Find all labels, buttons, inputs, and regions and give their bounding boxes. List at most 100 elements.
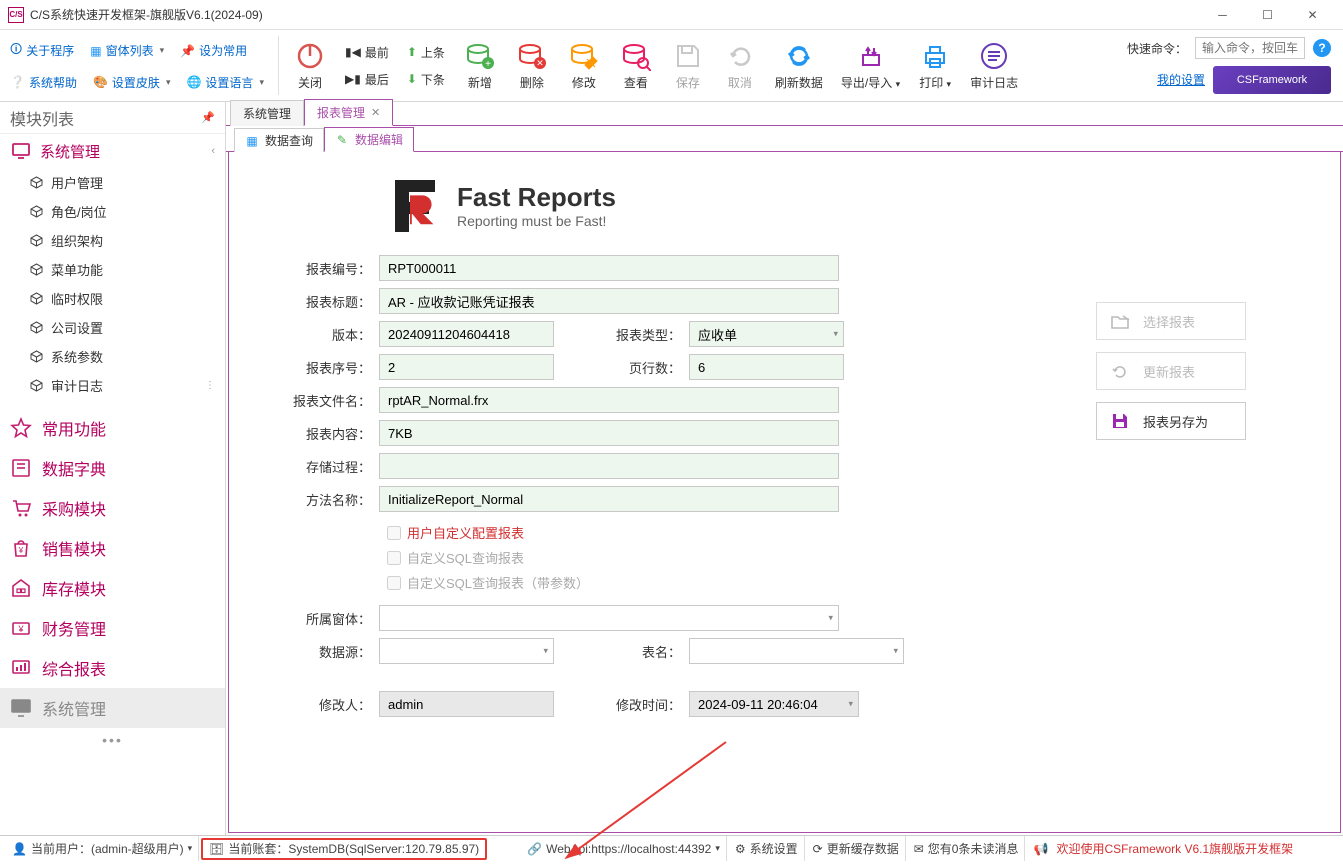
- money-icon: ¥: [10, 617, 32, 639]
- refresh-icon: [783, 40, 815, 72]
- status-syssetting[interactable]: ⚙系统设置: [729, 836, 805, 861]
- nav-prev[interactable]: ⬆上条: [403, 42, 449, 63]
- version-label: 版本：: [289, 325, 379, 344]
- modifier-label: 修改人：: [289, 695, 379, 714]
- report-no-field[interactable]: [379, 255, 839, 281]
- method-field[interactable]: [379, 486, 839, 512]
- status-welcome: 📢欢迎使用CSFramework V6.1旗舰版开发框架: [1027, 836, 1299, 861]
- save-button[interactable]: 保存: [663, 36, 713, 95]
- database-icon: 🗄: [209, 842, 224, 856]
- system-help-button[interactable]: ❔系统帮助: [6, 72, 81, 93]
- audit-log-button[interactable]: 审计日志: [962, 36, 1026, 95]
- monitor-icon: [10, 697, 32, 719]
- sidebar-group-system[interactable]: 系统管理 ‹: [0, 134, 225, 168]
- chk-userconfig[interactable]: [387, 526, 401, 540]
- seq-field[interactable]: [379, 354, 554, 380]
- status-updatecache[interactable]: ⟳更新缓存数据: [807, 836, 906, 861]
- refresh-button[interactable]: 刷新数据: [767, 36, 831, 95]
- skin-button[interactable]: 🎨设置皮肤▾: [89, 72, 175, 93]
- close-icon[interactable]: ✕: [371, 106, 380, 119]
- file-field[interactable]: [379, 387, 839, 413]
- tablename-label: 表名：: [604, 642, 689, 661]
- saveas-report-button[interactable]: 报表另存为: [1096, 402, 1246, 440]
- tab-data-query[interactable]: ▦数据查询: [234, 128, 324, 152]
- sidebar-item-company[interactable]: 公司设置: [0, 313, 225, 342]
- banner: CSFramework: [1213, 66, 1331, 94]
- last-icon: ▶▮: [345, 72, 361, 86]
- delete-button[interactable]: ✕ 删除: [507, 36, 557, 95]
- import-export-icon: [855, 40, 887, 72]
- up-icon: ⬆: [407, 45, 417, 59]
- nav-dictionary[interactable]: 数据字典: [0, 448, 225, 488]
- sidebar-item-roles[interactable]: 角色/岗位: [0, 197, 225, 226]
- grid-icon: ▦: [245, 134, 259, 148]
- sidebar-item-users[interactable]: 用户管理: [0, 168, 225, 197]
- nav-purchase[interactable]: 采购模块: [0, 488, 225, 528]
- edit-button[interactable]: 修改: [559, 36, 609, 95]
- tab-data-edit[interactable]: ✎数据编辑: [324, 127, 414, 152]
- add-button[interactable]: + 新增: [455, 36, 505, 95]
- sidebar-item-temp-auth[interactable]: 临时权限: [0, 284, 225, 313]
- pin-icon[interactable]: 📌: [201, 111, 215, 124]
- report-title-field[interactable]: [379, 288, 839, 314]
- chevron-left-icon: ‹: [211, 145, 215, 157]
- nav-sales[interactable]: ¥销售模块: [0, 528, 225, 568]
- cancel-button[interactable]: 取消: [715, 36, 765, 95]
- save-icon: [1109, 410, 1131, 432]
- close-window-button[interactable]: ✕: [1290, 1, 1335, 29]
- sidebar-item-audit[interactable]: 审计日志⋮: [0, 371, 225, 400]
- help-icon[interactable]: ?: [1313, 39, 1331, 57]
- datasource-label: 数据源：: [289, 642, 379, 661]
- nav-inventory[interactable]: 库存模块: [0, 568, 225, 608]
- quick-cmd-input[interactable]: [1195, 37, 1305, 59]
- save-icon: [672, 40, 704, 72]
- nav-first[interactable]: ▮◀最前: [341, 42, 393, 63]
- form-list-button[interactable]: ▦窗体列表▾: [86, 40, 168, 61]
- minimize-button[interactable]: ─: [1200, 1, 1245, 29]
- close-button[interactable]: 关闭: [285, 36, 335, 95]
- nav-favorites[interactable]: 常用功能: [0, 408, 225, 448]
- chart-icon: [10, 657, 32, 679]
- select-report-button[interactable]: 选择报表: [1096, 302, 1246, 340]
- status-unread[interactable]: ✉您有0条未读消息: [908, 836, 1026, 861]
- sidebar-item-org[interactable]: 组织架构: [0, 226, 225, 255]
- nav-reports[interactable]: 综合报表: [0, 648, 225, 688]
- my-settings-link[interactable]: 我的设置: [1157, 71, 1205, 88]
- about-button[interactable]: 🛈关于程序: [6, 38, 78, 63]
- chk-sql-param[interactable]: [387, 576, 401, 590]
- sidebar-item-sysparam[interactable]: 系统参数: [0, 342, 225, 371]
- status-user: 👤当前用户：(admin-超级用户)▾: [6, 836, 199, 861]
- type-field[interactable]: [689, 321, 844, 347]
- update-report-button[interactable]: 更新报表: [1096, 352, 1246, 390]
- sidebar-item-menu[interactable]: 菜单功能: [0, 255, 225, 284]
- maximize-button[interactable]: ☐: [1245, 1, 1290, 29]
- set-default-button[interactable]: 📌设为常用: [176, 40, 251, 61]
- tablename-field[interactable]: [689, 638, 904, 664]
- tab-report-manage[interactable]: 报表管理✕: [304, 99, 393, 126]
- sidebar-more[interactable]: •••: [0, 728, 225, 752]
- top-toolbar: 🛈关于程序 ▦窗体列表▾ 📌设为常用 ❔系统帮助 🎨设置皮肤▾ 🌐设置语言▾ 关…: [0, 30, 1343, 102]
- pin-icon: 📌: [180, 44, 195, 58]
- datasource-field[interactable]: [379, 638, 554, 664]
- sub-tabs: ▦数据查询 ✎数据编辑: [226, 126, 1343, 152]
- chk-sql[interactable]: [387, 551, 401, 565]
- link-icon: 🔗: [527, 842, 542, 856]
- nav-system[interactable]: 系统管理: [0, 688, 225, 728]
- pagerows-field[interactable]: [689, 354, 844, 380]
- formowner-field[interactable]: [379, 605, 839, 631]
- version-field[interactable]: [379, 321, 554, 347]
- svg-text:¥: ¥: [18, 546, 24, 555]
- print-button[interactable]: 打印 ▾: [910, 36, 960, 95]
- nav-next[interactable]: ⬇下条: [403, 69, 449, 90]
- language-button[interactable]: 🌐设置语言▾: [182, 72, 268, 93]
- proc-field[interactable]: [379, 453, 839, 479]
- nav-finance[interactable]: ¥财务管理: [0, 608, 225, 648]
- status-db[interactable]: 🗄当前账套：SystemDB(SqlServer:120.79.85.97): [201, 838, 487, 860]
- type-label: 报表类型：: [604, 325, 689, 344]
- export-button[interactable]: 导出/导入 ▾: [833, 36, 908, 95]
- content-field[interactable]: [379, 420, 839, 446]
- view-button[interactable]: 查看: [611, 36, 661, 95]
- cube-icon: [30, 263, 43, 276]
- tab-system[interactable]: 系统管理: [230, 100, 304, 126]
- nav-last[interactable]: ▶▮最后: [341, 69, 393, 90]
